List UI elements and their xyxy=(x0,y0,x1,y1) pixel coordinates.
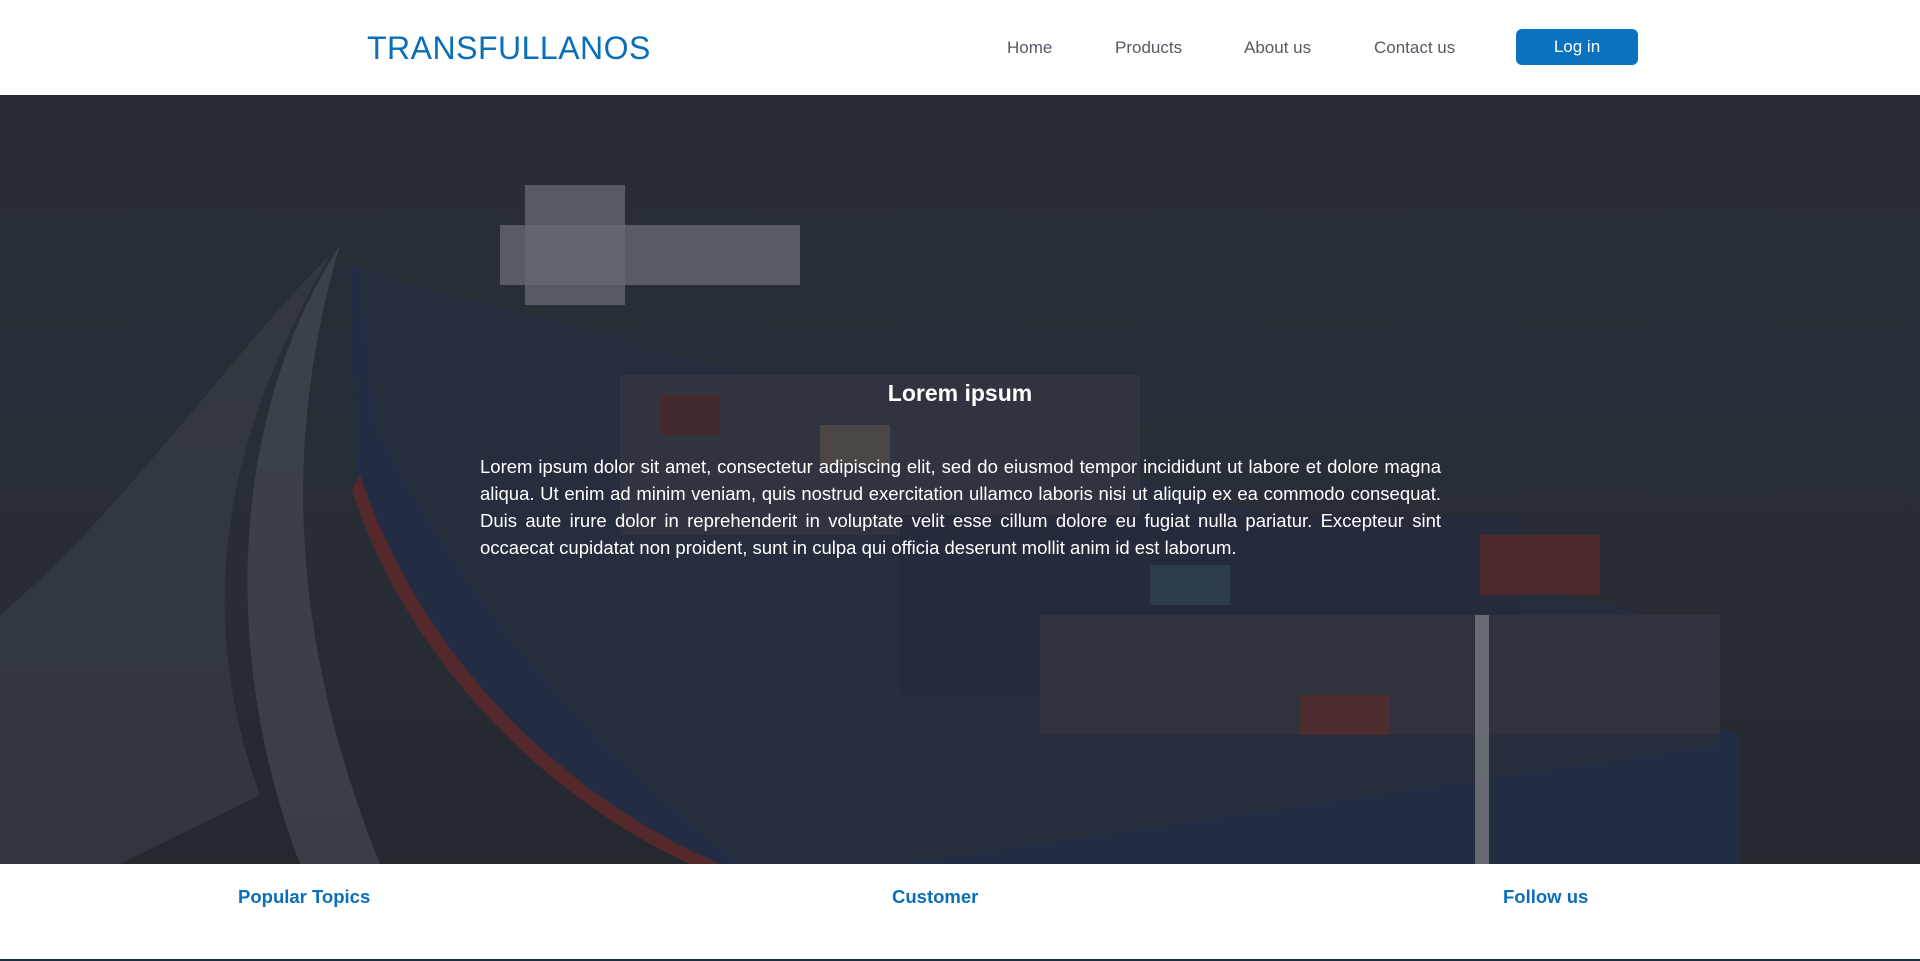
brand-logo[interactable]: TRANSFULLANOS xyxy=(367,30,651,67)
hero-title: Lorem ipsum xyxy=(887,380,1033,406)
footer-follow-us-heading: Follow us xyxy=(1503,886,1589,907)
login-button[interactable]: Log in xyxy=(1516,29,1638,65)
hero-section: Lorem ipsum Lorem ipsum dolor sit amet, … xyxy=(0,95,1920,864)
nav-home-link[interactable]: Home xyxy=(1007,38,1052,58)
nav-products-link[interactable]: Products xyxy=(1115,38,1182,58)
hero-description: Lorem ipsum dolor sit amet, consectetur … xyxy=(480,456,1441,558)
nav-contact-link[interactable]: Contact us xyxy=(1374,38,1455,58)
footer-customer-heading: Customer xyxy=(892,886,979,907)
page-footer: Popular Topics Customer Follow us xyxy=(0,864,1920,961)
nav-about-link[interactable]: About us xyxy=(1244,38,1311,58)
footer-popular-topics-heading: Popular Topics xyxy=(238,886,371,907)
top-header: TRANSFULLANOS Home Products About us Con… xyxy=(0,0,1920,95)
